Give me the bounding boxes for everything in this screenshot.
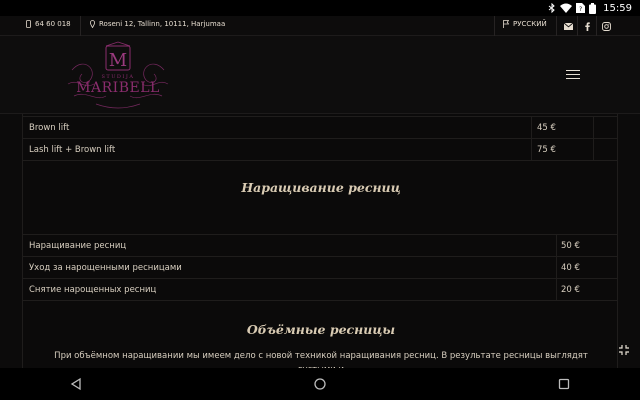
phone-icon	[26, 20, 31, 28]
price-list: Brown lift 45 € Lash lift + Brown lift 7…	[22, 114, 618, 368]
cell-divider	[593, 117, 594, 139]
service-name: Наращивание ресниц	[29, 241, 127, 251]
svg-text:?: ?	[579, 6, 582, 13]
phone-number: 64 60 018	[35, 20, 71, 28]
divider	[596, 16, 597, 36]
location-pin-icon	[90, 20, 95, 28]
divider	[556, 16, 557, 36]
service-price: 40 €	[561, 263, 580, 273]
logo-name: MARIBELL	[76, 80, 160, 96]
home-icon[interactable]	[313, 377, 327, 391]
menu-button[interactable]	[566, 70, 580, 80]
battery-icon	[589, 2, 597, 14]
facebook-icon	[584, 21, 590, 31]
cell-divider	[556, 279, 557, 301]
cell-divider	[556, 257, 557, 279]
address-text: Roseni 12, Tallinn, 10111, Harjumaa	[99, 20, 226, 28]
cell-divider	[556, 235, 557, 257]
table-row: Lash lift + Brown lift 75 €	[23, 138, 617, 161]
logo-letter: M	[109, 50, 127, 71]
table-row: Наращивание ресниц 50 €	[23, 234, 617, 257]
service-name: Уход за нарощенными ресницами	[29, 263, 182, 273]
navigation-bar	[0, 368, 640, 400]
cell-divider	[593, 139, 594, 161]
service-name: Lash lift + Brown lift	[29, 145, 116, 155]
address-link[interactable]: Roseni 12, Tallinn, 10111, Harjumaa	[90, 20, 225, 28]
divider	[494, 16, 495, 36]
instagram-button[interactable]	[598, 18, 614, 34]
service-name: Снятие нарощенных ресниц	[29, 285, 157, 295]
language-label: РУССКИЙ	[513, 20, 547, 28]
service-price: 45 €	[537, 123, 556, 133]
facebook-button[interactable]	[579, 18, 595, 34]
service-name: Brown lift	[29, 123, 70, 133]
service-price: 75 €	[537, 145, 556, 155]
cell-divider	[531, 139, 532, 161]
table-row: Снятие нарощенных ресниц 20 €	[23, 278, 617, 301]
section-title-volume: Объёмные ресницы	[246, 322, 396, 337]
divider	[577, 16, 578, 36]
no-sim-icon: ?	[576, 3, 586, 13]
table-row: Brown lift 45 €	[23, 116, 617, 139]
top-info-bar: 64 60 018 Roseni 12, Tallinn, 10111, Har…	[0, 16, 640, 36]
back-icon[interactable]	[69, 377, 83, 391]
divider	[23, 160, 617, 161]
wifi-icon	[560, 3, 573, 13]
section-paragraph: При объёмном наращивании мы имеем дело с…	[54, 351, 588, 368]
service-price: 50 €	[561, 241, 580, 251]
envelope-icon	[563, 22, 573, 30]
site-header: M STUDIJA MARIBELL	[0, 36, 640, 114]
phone-link[interactable]: 64 60 018	[26, 20, 71, 28]
email-button[interactable]	[560, 18, 576, 34]
language-selector[interactable]: РУССКИЙ	[503, 20, 547, 28]
divider	[80, 16, 81, 36]
status-bar: ? 15:59	[0, 0, 640, 16]
flag-icon	[503, 20, 509, 28]
clock: 15:59	[603, 2, 632, 14]
table-row: Уход за нарощенными ресницами 40 €	[23, 256, 617, 279]
recents-icon[interactable]	[557, 377, 571, 391]
divider	[23, 300, 617, 301]
service-price: 20 €	[561, 285, 580, 295]
instagram-icon	[601, 21, 611, 31]
cell-divider	[531, 117, 532, 139]
section-title-extensions: Наращивание ресниц	[241, 180, 401, 195]
bluetooth-icon	[548, 3, 555, 13]
maribell-logo[interactable]: M STUDIJA MARIBELL	[66, 40, 170, 110]
fullscreen-toggle-icon[interactable]	[618, 344, 630, 356]
